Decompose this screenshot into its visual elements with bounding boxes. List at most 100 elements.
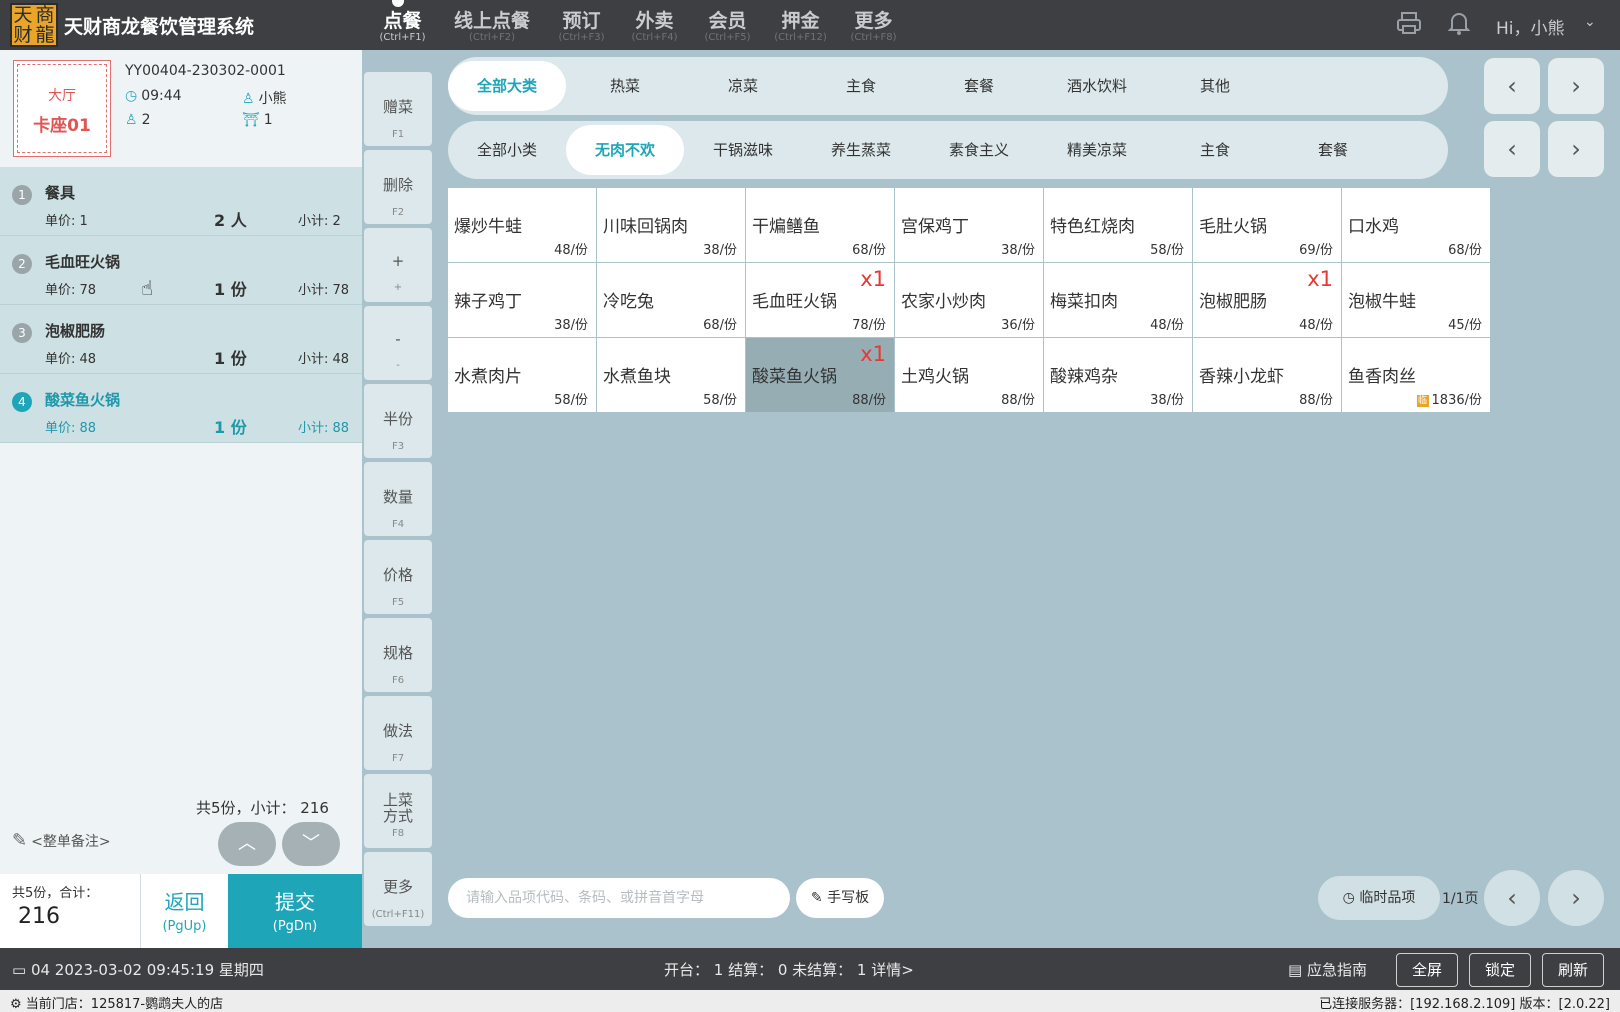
table-status-counts[interactable]: 开台： 1 结算： 0 未结算： 1 详情>: [664, 959, 914, 980]
method-button[interactable]: 做法 F7: [364, 696, 432, 770]
dish-card[interactable]: 酸辣鸡杂 38/份: [1044, 338, 1192, 412]
dish-card[interactable]: 梅菜扣肉 48/份: [1044, 263, 1192, 337]
quantity-button[interactable]: 数量 F4: [364, 462, 432, 536]
dish-card[interactable]: 水煮鱼块 58/份: [597, 338, 745, 412]
order-item[interactable]: 1 餐具 单价: 1 2 人 小计: 2: [0, 167, 362, 236]
back-button[interactable]: 返回 (PgUp): [140, 874, 228, 948]
subcategory-tab[interactable]: 主食: [1156, 125, 1274, 175]
category-tab[interactable]: 套餐: [920, 61, 1038, 111]
dish-card[interactable]: 川味回锅肉 38/份: [597, 188, 745, 262]
dish-price: 58/份: [703, 389, 737, 408]
dish-card[interactable]: 宫保鸡丁 38/份: [895, 188, 1043, 262]
subcategory-tab[interactable]: 干锅滋味: [684, 125, 802, 175]
main-category-prev-button[interactable]: ‹: [1484, 58, 1540, 114]
dish-price-value: 58/份: [703, 393, 737, 408]
scroll-down-button[interactable]: ﹀: [282, 822, 340, 866]
dish-card[interactable]: 冷吃兔 68/份: [597, 263, 745, 337]
main-category-next-button[interactable]: ›: [1548, 58, 1604, 114]
nav-item-takeout[interactable]: 外卖 (Ctrl+F4): [618, 0, 691, 50]
handwriting-button[interactable]: ✎ 手写板: [796, 878, 884, 918]
search-input[interactable]: 请输入品项代码、条码、或拼音首字母: [448, 878, 790, 918]
delete-button[interactable]: 删除 F2: [364, 150, 432, 224]
sub-category-prev-button[interactable]: ‹: [1484, 121, 1540, 177]
table-area: 大厅: [48, 88, 76, 104]
dish-card-selected[interactable]: 酸菜鱼火锅 88/份 x1: [746, 338, 894, 412]
subcategory-tab[interactable]: 无肉不欢: [566, 125, 684, 175]
price-button[interactable]: 价格 F5: [364, 540, 432, 614]
status-datetime: ▭ 04 2023-03-02 09:45:19 星期四: [12, 959, 264, 980]
open-time: ◷ 09:44: [125, 88, 182, 104]
dish-card[interactable]: 辣子鸡丁 38/份: [448, 263, 596, 337]
dish-prev-page-button[interactable]: ‹: [1484, 870, 1540, 926]
refresh-button[interactable]: 刷新: [1542, 953, 1604, 987]
dish-price: 68/份: [1448, 239, 1482, 258]
dish-card[interactable]: 特色红烧肉 58/份: [1044, 188, 1192, 262]
subcategory-tab[interactable]: 套餐: [1274, 125, 1392, 175]
dish-card[interactable]: 口水鸡 68/份: [1342, 188, 1490, 262]
category-tab[interactable]: 热菜: [566, 61, 684, 111]
gift-button[interactable]: 赠菜 F1: [364, 72, 432, 146]
nav-item-order[interactable]: 点餐 (Ctrl+F1): [366, 0, 439, 50]
order-item-name: 酸菜鱼火锅: [45, 391, 121, 409]
category-tab[interactable]: 酒水饮料: [1038, 61, 1156, 111]
serve-mode-button[interactable]: 上菜 方式 F8: [364, 774, 432, 848]
order-item[interactable]: 2 毛血旺火锅 单价: 78 1 份 小计: 78: [0, 236, 362, 305]
order-remark[interactable]: ✎ <整单备注>: [12, 830, 111, 851]
increase-button[interactable]: + +: [364, 228, 432, 302]
sub-category-next-button[interactable]: ›: [1548, 121, 1604, 177]
nav-item-online-order[interactable]: 线上点餐 (Ctrl+F2): [439, 0, 545, 50]
decrease-button[interactable]: --: [364, 306, 432, 380]
scroll-up-button[interactable]: ︿: [218, 822, 276, 866]
dish-card[interactable]: 土鸡火锅 88/份: [895, 338, 1043, 412]
emergency-guide-link[interactable]: ▤ 应急指南: [1288, 959, 1367, 980]
lock-button[interactable]: 锁定: [1469, 953, 1531, 987]
table-card[interactable]: 大厅 卡座01: [13, 60, 111, 157]
edit-icon: ✎: [12, 830, 28, 851]
subcategory-tab[interactable]: 素食主义: [920, 125, 1038, 175]
dish-card[interactable]: 干煸鳝鱼 68/份: [746, 188, 894, 262]
category-tab[interactable]: 其他: [1156, 61, 1274, 111]
temp-item-button[interactable]: ◷ 临时品项: [1318, 876, 1440, 920]
category-tab[interactable]: 主食: [802, 61, 920, 111]
dish-card[interactable]: 农家小炒肉 36/份: [895, 263, 1043, 337]
printer-icon[interactable]: [1394, 10, 1424, 40]
dish-name: 酸菜鱼火锅: [752, 367, 837, 387]
dish-card[interactable]: 泡椒牛蛙 45/份: [1342, 263, 1490, 337]
half-portion-button[interactable]: 半份 F3: [364, 384, 432, 458]
order-number: YY00404-230302-0001: [125, 63, 286, 79]
chevron-down-icon[interactable]: ⌄: [1584, 14, 1596, 30]
dish-card[interactable]: 泡椒肥肠 48/份 x1: [1193, 263, 1341, 337]
spec-button[interactable]: 规格 F6: [364, 618, 432, 692]
nav-shortcut: (Ctrl+F2): [468, 32, 516, 43]
bell-icon[interactable]: [1444, 10, 1474, 40]
user-greeting[interactable]: Hi，小熊: [1496, 14, 1565, 39]
submit-button[interactable]: 提交 (PgDn): [228, 874, 362, 948]
dish-next-page-button[interactable]: ›: [1548, 870, 1604, 926]
order-item-selected[interactable]: 4 酸菜鱼火锅 单价: 88 1 份 小计: 88: [0, 374, 362, 443]
category-tab-all[interactable]: 全部大类: [448, 61, 566, 111]
order-item[interactable]: 3 泡椒肥肠 单价: 48 1 份 小计: 48: [0, 305, 362, 374]
dish-card[interactable]: 香辣小龙虾 88/份: [1193, 338, 1341, 412]
nav-label: 更多: [854, 10, 893, 32]
dish-price: 临 1836/份: [1416, 389, 1482, 408]
subcategory-tab-all[interactable]: 全部小类: [448, 125, 566, 175]
action-shortcut: F6: [391, 675, 405, 686]
category-tab[interactable]: 凉菜: [684, 61, 802, 111]
subcategory-tab[interactable]: 养生蒸菜: [802, 125, 920, 175]
fullscreen-button[interactable]: 全屏: [1396, 953, 1458, 987]
nav-item-more[interactable]: 更多 (Ctrl+F8): [837, 0, 910, 50]
nav-item-member[interactable]: 会员 (Ctrl+F5): [691, 0, 764, 50]
nav-item-deposit[interactable]: 押金 (Ctrl+F12): [764, 0, 837, 50]
mouse-pointer-icon: ☝: [141, 276, 154, 300]
dish-card[interactable]: 爆炒牛蛙 48/份: [448, 188, 596, 262]
dish-card[interactable]: 鱼香肉丝临 1836/份: [1342, 338, 1490, 412]
dish-card[interactable]: 水煮肉片 58/份: [448, 338, 596, 412]
dish-price-value: 58/份: [1150, 243, 1184, 258]
nav-item-reservation[interactable]: 预订 (Ctrl+F3): [545, 0, 618, 50]
subcategory-tab[interactable]: 精美凉菜: [1038, 125, 1156, 175]
dish-card[interactable]: 毛肚火锅 69/份: [1193, 188, 1341, 262]
more-actions-button[interactable]: 更多 (Ctrl+F11): [364, 852, 432, 926]
action-label: 赠菜: [382, 98, 413, 116]
dish-card[interactable]: 毛血旺火锅 78/份 x1: [746, 263, 894, 337]
order-item-number: 2: [12, 254, 32, 274]
